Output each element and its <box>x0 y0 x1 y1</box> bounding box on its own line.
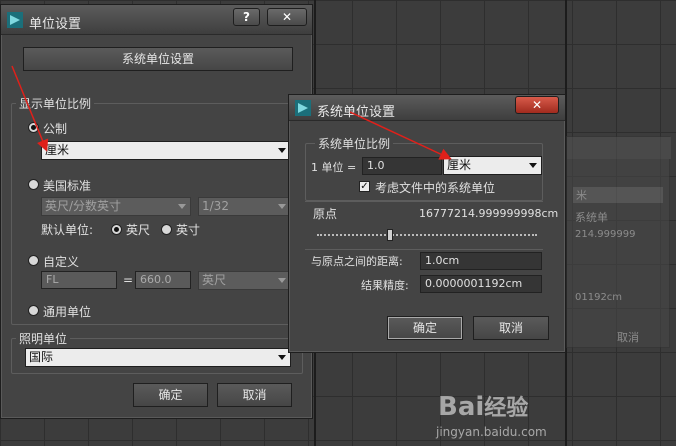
watermark-brand: Bai <box>438 392 485 422</box>
title-bar: 系统单位设置 ✕ <box>289 95 565 121</box>
ok-button[interactable]: 确定 <box>387 316 463 340</box>
precision-label: 结果精度: <box>361 279 409 292</box>
separator <box>305 249 543 250</box>
baidu-watermark: Bai经验 <box>438 390 528 422</box>
unit-setup-dialog: 单位设置 ? ✕ 系统单位设置 显示单位比例 公制 厘米 美国标准 英尺/分数英… <box>0 4 313 419</box>
cancel-button[interactable]: 取消 <box>473 316 549 340</box>
origin-label: 原点 <box>313 207 338 221</box>
lighting-dropdown[interactable]: 国际 <box>25 348 291 367</box>
background-dialog: 米 系统单 214.999999 01192cm 取消 <box>566 136 671 348</box>
system-unit-setup-dialog: 系统单位设置 ✕ 系统单位比例 1 单位 = 1.0 厘米 ✓ 考虑文件中的系统… <box>288 94 566 353</box>
scale-unit-value: 厘米 <box>447 158 472 172</box>
custom-label: 自定义 <box>43 255 80 269</box>
dialog-title: 单位设置 <box>29 17 82 32</box>
help-button[interactable]: ? <box>233 8 260 26</box>
scale-unit-dropdown[interactable]: 厘米 <box>443 156 542 175</box>
generic-label: 通用单位 <box>43 305 92 319</box>
bg-text: 01192cm <box>575 292 623 303</box>
custom-value-field[interactable]: 660.0 <box>135 271 191 289</box>
us-standard-dropdown[interactable]: 英尺/分数英寸 <box>41 197 191 216</box>
bg-text: 系统单 <box>575 211 608 224</box>
origin-value: 16777214.999999998cm <box>419 207 559 220</box>
chevron-down-icon <box>278 278 286 283</box>
watermark-url: jingyan.baidu.com <box>436 425 547 439</box>
metric-dropdown[interactable]: 厘米 <box>41 141 291 160</box>
slider-thumb[interactable] <box>387 229 393 241</box>
custom-equals: = <box>123 273 134 287</box>
chevron-down-icon <box>278 355 286 360</box>
chevron-down-icon <box>178 204 186 209</box>
lighting-label: 照明单位 <box>16 330 71 347</box>
title-bar: 单位设置 ? ✕ <box>1 5 312 35</box>
fraction-value: 1/32 <box>202 199 229 213</box>
chevron-down-icon <box>529 163 537 168</box>
separator <box>305 201 543 202</box>
metric-value: 厘米 <box>45 143 70 157</box>
default-feet-radio[interactable] <box>111 224 122 235</box>
custom-radio[interactable] <box>28 255 39 266</box>
fraction-dropdown[interactable]: 1/32 <box>198 197 291 216</box>
precision-field: 0.0000001192cm <box>420 275 542 293</box>
lighting-value: 国际 <box>29 350 54 364</box>
3dsmax-logo-icon <box>295 100 311 116</box>
default-feet-label: 英尺 <box>126 223 151 237</box>
custom-unit-value: 英尺 <box>202 273 227 287</box>
default-inches-label: 英寸 <box>176 223 201 237</box>
bg-combo: 米 <box>573 187 663 203</box>
watermark-brand2: 经验 <box>484 396 529 421</box>
consider-files-checkbox[interactable]: ✓ <box>359 181 370 192</box>
one-unit-label: 1 单位 = <box>311 161 357 174</box>
cancel-button[interactable]: 取消 <box>217 383 292 407</box>
display-scale-label: 显示单位比例 <box>16 95 95 112</box>
metric-label: 公制 <box>43 122 68 136</box>
default-inches-radio[interactable] <box>161 224 172 235</box>
bg-text: 214.999999 <box>575 229 636 240</box>
metric-radio[interactable] <box>28 122 39 133</box>
distance-field[interactable]: 1.0cm <box>420 252 542 270</box>
us-standard-radio[interactable] <box>28 179 39 190</box>
close-button[interactable]: ✕ <box>267 8 307 26</box>
chevron-down-icon <box>278 204 286 209</box>
system-unit-setup-button[interactable]: 系统单位设置 <box>23 47 293 71</box>
custom-name-field[interactable]: FL <box>41 271 117 289</box>
close-button[interactable]: ✕ <box>515 96 559 114</box>
slider-track <box>317 234 537 236</box>
bg-text: 取消 <box>617 331 639 344</box>
us-standard-value: 英尺/分数英寸 <box>45 199 122 213</box>
distance-label: 与原点之间的距离: <box>311 255 403 268</box>
scale-value-field[interactable]: 1.0 <box>362 157 442 175</box>
chevron-down-icon <box>278 148 286 153</box>
generic-radio[interactable] <box>28 305 39 316</box>
default-unit-label: 默认单位: <box>41 223 94 237</box>
ok-button[interactable]: 确定 <box>133 383 208 407</box>
origin-slider[interactable] <box>317 229 537 241</box>
custom-unit-dropdown[interactable]: 英尺 <box>198 271 291 290</box>
3dsmax-logo-icon <box>7 12 23 28</box>
consider-files-label: 考虑文件中的系统单位 <box>375 181 496 195</box>
us-standard-label: 美国标准 <box>43 179 92 193</box>
dialog-title: 系统单位设置 <box>317 105 396 120</box>
system-scale-label: 系统单位比例 <box>315 135 394 152</box>
